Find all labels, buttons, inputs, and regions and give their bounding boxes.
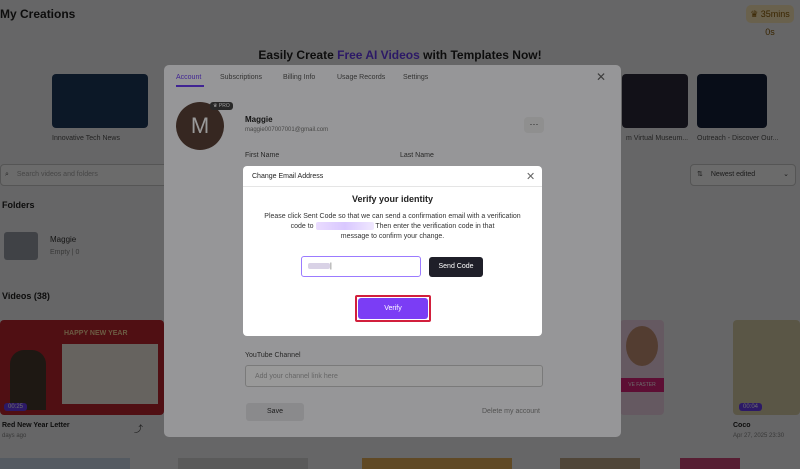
desc-prefix: code to	[290, 223, 314, 230]
dialog-divider	[243, 186, 542, 187]
redacted-code	[308, 263, 330, 270]
close-icon[interactable]: ✕	[526, 170, 535, 183]
dialog-heading: Verify your identity	[351, 194, 434, 204]
desc-line: Please click Sent Code so that we can se…	[264, 213, 521, 220]
text-cursor: |	[330, 263, 332, 270]
verify-button[interactable]: Verify	[358, 298, 428, 319]
dialog-title: Change Email Address	[252, 173, 324, 180]
desc-line: code to Then enter the verification code…	[252, 222, 533, 232]
dialog-description: Please click Sent Code so that we can se…	[252, 212, 533, 242]
send-code-button[interactable]: Send Code	[429, 257, 483, 277]
desc-line: message to confirm your change.	[340, 233, 445, 240]
verification-code-input[interactable]: |	[301, 256, 421, 277]
desc-suffix: Then enter the verification code in that	[375, 223, 495, 230]
redacted-email	[315, 222, 374, 231]
